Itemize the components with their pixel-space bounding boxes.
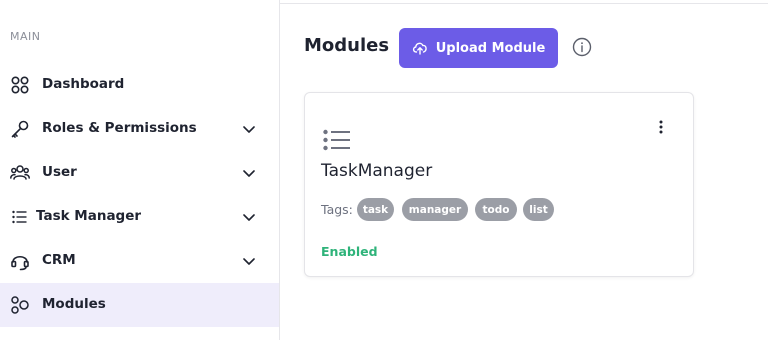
upload-module-label: Upload Module (435, 40, 546, 56)
info-icon[interactable] (572, 37, 592, 57)
tag-badge: manager (402, 198, 468, 221)
module-card[interactable]: TaskManager Tags: task manager todo list… (304, 92, 694, 277)
users-icon (10, 163, 30, 183)
chevron-down-icon (241, 253, 257, 269)
sidebar-item-label: Dashboard (42, 76, 125, 92)
sidebar-section-label: MAIN (10, 30, 41, 43)
dashboard-icon (10, 75, 30, 95)
sidebar-item-dashboard[interactable]: Dashboard (0, 63, 279, 107)
sidebar-item-modules[interactable]: Modules (0, 283, 279, 327)
sidebar-item-task-manager[interactable]: Task Manager (0, 195, 279, 239)
chevron-down-icon (241, 121, 257, 137)
chevron-down-icon (241, 209, 257, 225)
page-title: Modules (304, 35, 390, 56)
top-divider (280, 3, 768, 4)
tag-badge: list (523, 198, 554, 221)
sidebar-item-roles-permissions[interactable]: Roles & Permissions (0, 107, 279, 151)
list-icon (323, 129, 351, 151)
sidebar-item-label: Roles & Permissions (42, 120, 197, 136)
sidebar-item-label: User (42, 164, 77, 180)
tags-label: Tags: (321, 202, 353, 217)
sidebar-item-user[interactable]: User (0, 151, 279, 195)
list-icon (10, 207, 30, 227)
more-options-icon[interactable] (654, 119, 668, 135)
modules-icon (10, 295, 30, 315)
sidebar-item-crm[interactable]: CRM (0, 239, 279, 283)
upload-module-button[interactable]: Upload Module (399, 28, 558, 68)
module-title: TaskManager (321, 161, 433, 181)
tag-badge: todo (475, 198, 517, 221)
sidebar-item-label: Task Manager (36, 208, 142, 224)
key-icon (10, 119, 30, 139)
headset-icon (10, 251, 30, 271)
chevron-down-icon (241, 165, 257, 181)
sidebar-item-label: CRM (42, 252, 76, 268)
sidebar: MAIN Dashboard Roles & Permissions User … (0, 0, 280, 340)
sidebar-item-label: Modules (42, 296, 106, 312)
cloud-upload-icon (412, 41, 428, 55)
tag-badge: task (357, 198, 394, 221)
status-badge: Enabled (321, 244, 378, 259)
